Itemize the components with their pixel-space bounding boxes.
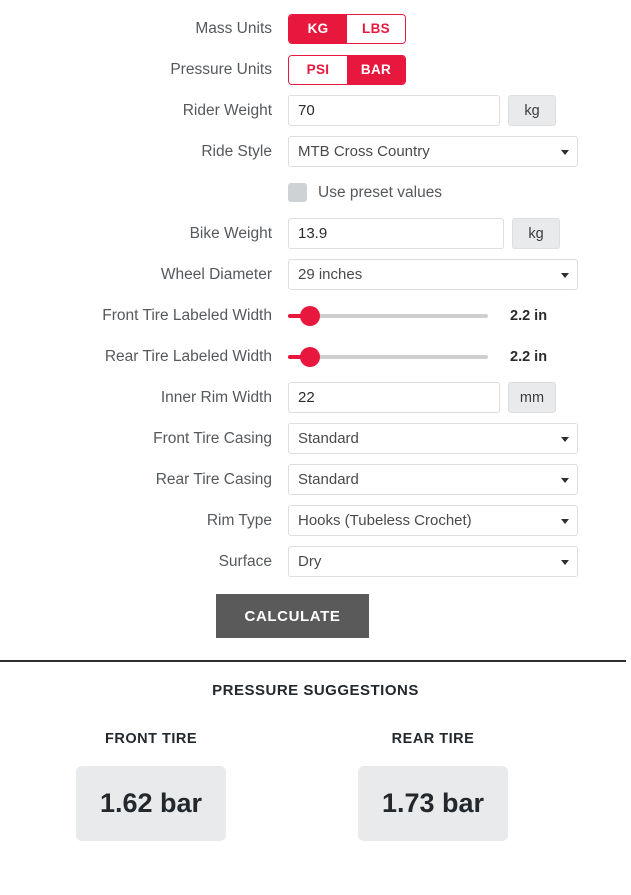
rear-tire-width-thumb[interactable] — [300, 346, 320, 367]
label-surface: Surface — [218, 552, 272, 570]
bike-weight-input[interactable] — [288, 218, 504, 249]
label-rider-weight: Rider Weight — [182, 101, 272, 119]
front-tire-width-thumb[interactable] — [300, 305, 320, 326]
field-surface: Dry — [288, 546, 578, 577]
label-ride-style: Ride Style — [201, 142, 272, 160]
field-rear-tire-width: 2.2 in — [288, 346, 547, 368]
result-front-tire: FRONT TIRE 1.62 bar — [10, 731, 292, 841]
rear-tire-pressure-value: 1.73 bar — [358, 766, 508, 841]
ride-style-select-wrap: MTB Cross Country — [288, 136, 578, 167]
label-wheel-diameter: Wheel Diameter — [160, 265, 272, 283]
row-use-preset: Use preset values — [0, 172, 631, 213]
field-inner-rim-width: mm — [288, 382, 556, 413]
calculate-button[interactable]: CALCULATE — [216, 594, 369, 638]
rear-tire-casing-select-wrap: Standard — [288, 464, 578, 495]
row-inner-rim-width: Inner Rim Width mm — [0, 377, 631, 418]
label-rear-tire-casing: Rear Tire Casing — [155, 470, 272, 488]
field-bike-weight: kg — [288, 218, 560, 249]
use-preset-checkbox[interactable] — [288, 183, 307, 202]
row-rear-tire-casing: Rear Tire Casing Standard — [0, 459, 631, 500]
label-front-tire-casing: Front Tire Casing — [153, 429, 272, 447]
rim-type-select[interactable]: Hooks (Tubeless Crochet) — [288, 505, 578, 536]
front-tire-title: FRONT TIRE — [105, 731, 197, 747]
surface-select[interactable]: Dry — [288, 546, 578, 577]
rear-tire-title: REAR TIRE — [391, 731, 475, 747]
row-ride-style: Ride Style MTB Cross Country — [0, 131, 631, 172]
pressure-units-toggle[interactable]: PSI BAR — [288, 54, 406, 85]
row-rear-tire-width: Rear Tire Labeled Width 2.2 in — [0, 336, 631, 377]
row-wheel-diameter: Wheel Diameter 29 inches — [0, 254, 631, 295]
row-rim-type: Rim Type Hooks (Tubeless Crochet) — [0, 500, 631, 541]
surface-select-wrap: Dry — [288, 546, 578, 577]
field-use-preset: Use preset values — [288, 183, 442, 202]
inner-rim-width-unit: mm — [508, 382, 556, 413]
mass-units-toggle[interactable]: KG LBS — [288, 13, 406, 44]
label-bike-weight: Bike Weight — [189, 224, 272, 242]
tire-pressure-form: Mass Units KG LBS Pressure Units PSI BAR… — [0, 0, 631, 638]
ride-style-select[interactable]: MTB Cross Country — [288, 136, 578, 167]
pressure-units-option-bar[interactable]: BAR — [347, 55, 405, 84]
row-pressure-units: Pressure Units PSI BAR — [0, 49, 631, 90]
front-tire-width-value: 2.2 in — [510, 307, 548, 324]
field-pressure-units: PSI BAR — [288, 54, 406, 85]
rear-tire-width-value: 2.2 in — [510, 348, 548, 365]
results-section: PRESSURE SUGGESTIONS FRONT TIRE 1.62 bar… — [0, 662, 631, 841]
row-surface: Surface Dry — [0, 541, 631, 582]
rider-weight-unit: kg — [508, 95, 556, 126]
row-front-tire-width: Front Tire Labeled Width 2.2 in — [0, 295, 631, 336]
front-tire-pressure-value: 1.62 bar — [76, 766, 226, 841]
calculate-spacer — [0, 594, 216, 638]
rim-type-select-wrap: Hooks (Tubeless Crochet) — [288, 505, 578, 536]
front-tire-casing-select-wrap: Standard — [288, 423, 578, 454]
label-inner-rim-width: Inner Rim Width — [160, 388, 272, 406]
inner-rim-width-input[interactable] — [288, 382, 500, 413]
bike-weight-unit: kg — [512, 218, 560, 249]
field-ride-style: MTB Cross Country — [288, 136, 578, 167]
row-bike-weight: Bike Weight kg — [0, 213, 631, 254]
label-pressure-units: Pressure Units — [170, 60, 272, 78]
field-rear-tire-casing: Standard — [288, 464, 578, 495]
front-tire-width-slider[interactable] — [288, 305, 488, 327]
field-front-tire-casing: Standard — [288, 423, 578, 454]
wheel-diameter-select-wrap: 29 inches — [288, 259, 578, 290]
row-rider-weight: Rider Weight kg — [0, 90, 631, 131]
results-title: PRESSURE SUGGESTIONS — [212, 682, 419, 699]
rider-weight-input[interactable] — [288, 95, 500, 126]
mass-units-option-lbs[interactable]: LBS — [347, 14, 405, 43]
pressure-units-option-psi[interactable]: PSI — [289, 55, 347, 84]
field-front-tire-width: 2.2 in — [288, 305, 547, 327]
rear-tire-casing-select[interactable]: Standard — [288, 464, 578, 495]
field-rim-type: Hooks (Tubeless Crochet) — [288, 505, 578, 536]
label-mass-units: Mass Units — [195, 19, 272, 37]
rear-tire-width-slider[interactable] — [288, 346, 488, 368]
result-rear-tire: REAR TIRE 1.73 bar — [292, 731, 574, 841]
field-rider-weight: kg — [288, 95, 556, 126]
row-front-tire-casing: Front Tire Casing Standard — [0, 418, 631, 459]
results-tires: FRONT TIRE 1.62 bar REAR TIRE 1.73 bar — [0, 731, 631, 841]
label-rear-tire-width: Rear Tire Labeled Width — [104, 347, 272, 365]
use-preset-label: Use preset values — [318, 183, 443, 201]
row-mass-units: Mass Units KG LBS — [0, 8, 631, 49]
row-calculate: CALCULATE — [0, 594, 631, 638]
mass-units-option-kg[interactable]: KG — [289, 14, 347, 43]
label-rim-type: Rim Type — [206, 511, 272, 529]
label-front-tire-width: Front Tire Labeled Width — [102, 306, 272, 324]
wheel-diameter-select[interactable]: 29 inches — [288, 259, 578, 290]
front-tire-casing-select[interactable]: Standard — [288, 423, 578, 454]
field-mass-units: KG LBS — [288, 13, 406, 44]
field-wheel-diameter: 29 inches — [288, 259, 578, 290]
